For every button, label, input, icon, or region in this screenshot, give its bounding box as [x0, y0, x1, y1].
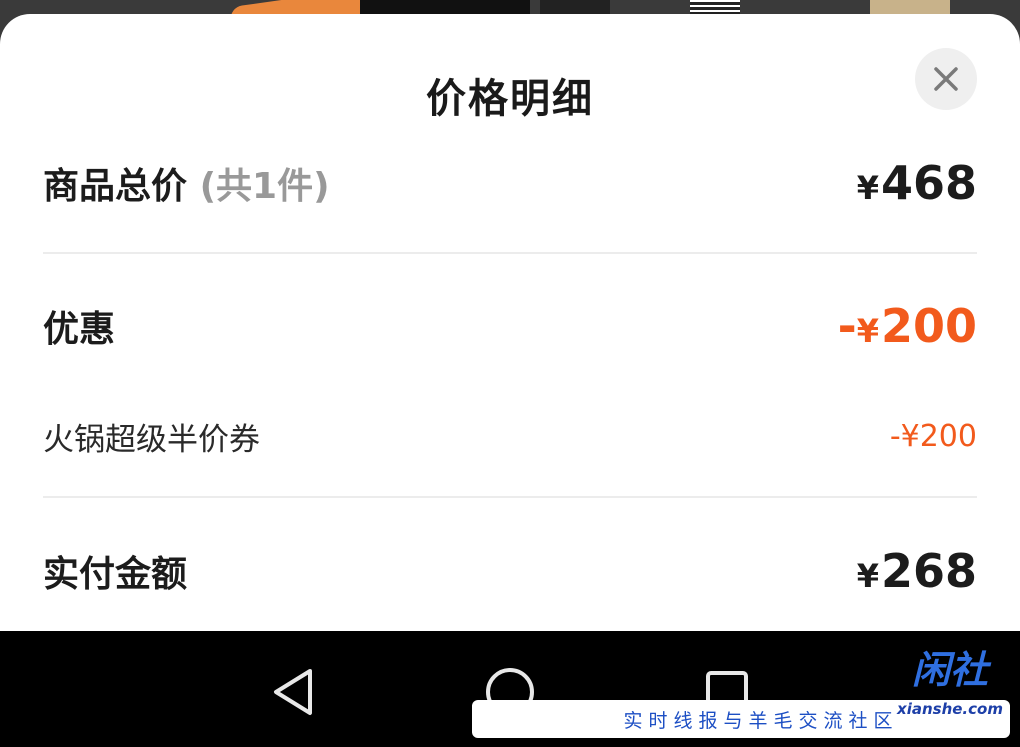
item-count-label: (共1件): [199, 166, 330, 207]
close-button[interactable]: [915, 48, 977, 110]
discount-amount: 200: [880, 299, 977, 353]
price-detail-sheet: 价格明细 商品总价 (共1件) ¥ 468 优惠 - ¥ 200 火锅超级半价券…: [0, 14, 1020, 631]
watermark-logo-text: 闲社: [911, 648, 988, 692]
close-icon: [934, 67, 958, 91]
divider: [43, 252, 977, 254]
discount-row: 优惠 - ¥ 200: [43, 299, 977, 353]
paid-amount: 268: [880, 544, 977, 598]
sheet-title: 价格明细: [426, 76, 594, 122]
total-price-row: 商品总价 (共1件) ¥ 468: [43, 156, 977, 210]
triangle-back-icon: [274, 669, 312, 715]
total-price-value: ¥ 468: [857, 156, 977, 210]
coupon-row: 火锅超级半价券 -¥200: [43, 414, 977, 459]
currency-symbol: ¥: [856, 169, 879, 207]
paid-amount-value: ¥ 268: [857, 544, 977, 598]
coupon-value: -¥200: [889, 419, 977, 454]
watermark-tagline: 实时线报与羊毛交流社区: [623, 709, 899, 732]
watermark-logo-domain: xianshe.com: [897, 700, 1003, 718]
coupon-label: 火锅超级半价券: [43, 422, 260, 458]
paid-amount-row: 实付金额 ¥ 268: [43, 544, 977, 598]
paid-amount-label: 实付金额: [43, 554, 188, 595]
watermark-logo: 闲社 xianshe.com: [892, 648, 1008, 718]
divider: [43, 496, 977, 498]
currency-symbol: ¥: [856, 312, 879, 350]
total-price-amount: 468: [880, 156, 977, 210]
back-button[interactable]: [266, 665, 320, 719]
currency-symbol: ¥: [856, 557, 879, 595]
discount-label: 优惠: [43, 309, 116, 350]
total-price-label-text: 商品总价: [43, 166, 188, 207]
discount-prefix: -: [837, 299, 857, 353]
discount-value: - ¥ 200: [838, 299, 977, 353]
total-price-label: 商品总价 (共1件): [43, 157, 330, 209]
